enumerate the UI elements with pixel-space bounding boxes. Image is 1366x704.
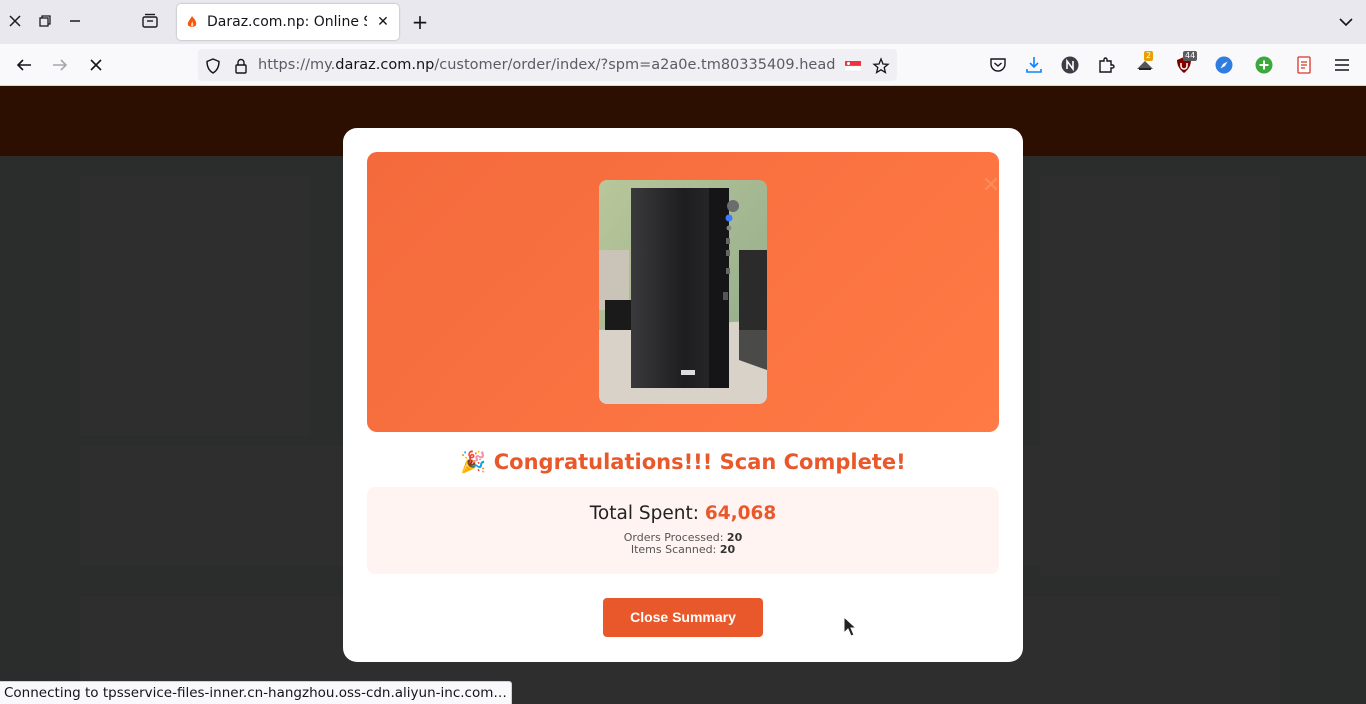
compass-extension-icon[interactable]: [1214, 55, 1234, 75]
tab-close-icon[interactable]: ✕: [375, 4, 391, 40]
status-bar: Connecting to tpsservice-files-inner.cn-…: [0, 681, 512, 704]
window-close-icon[interactable]: [4, 10, 26, 32]
extension-badge: 2: [1144, 51, 1154, 61]
url-text[interactable]: https://my.daraz.com.np/customer/order/i…: [258, 49, 836, 81]
party-popper-icon: 🎉: [460, 450, 487, 474]
headline-text: Congratulations!!! Scan Complete!: [493, 450, 906, 474]
extensions-puzzle-icon[interactable]: [1096, 55, 1116, 75]
extension-hat-icon[interactable]: 2: [1135, 51, 1155, 75]
summary-headline: 🎉 Congratulations!!! Scan Complete!: [367, 446, 999, 478]
ublock-badge: 44: [1183, 51, 1198, 61]
items-scanned-label: Items Scanned:: [630, 543, 717, 556]
tab-bar: Daraz.com.np: Online Shopping ✕ +: [0, 0, 1366, 44]
daraz-favicon-icon: [187, 16, 197, 27]
total-spent: Total Spent: 64,068: [367, 502, 999, 526]
stop-loading-icon[interactable]: [84, 53, 108, 77]
close-summary-button[interactable]: Close Summary: [603, 598, 763, 637]
pdf-extension-icon[interactable]: [1294, 55, 1314, 75]
back-icon[interactable]: [12, 53, 36, 77]
bookmark-star-icon[interactable]: [872, 57, 890, 75]
summary-banner: ✕: [367, 152, 1000, 432]
app-menu-icon[interactable]: [1332, 55, 1352, 75]
items-scanned-value: 20: [719, 543, 736, 556]
summary-stats-box: Total Spent: 64,068 Orders Processed: 20…: [367, 487, 999, 574]
firefox-view-icon[interactable]: [139, 10, 161, 32]
padlock-icon[interactable]: [232, 57, 250, 75]
tab-title: Daraz.com.np: Online Shopping: [207, 14, 367, 30]
new-tab-icon[interactable]: +: [408, 10, 432, 34]
window-minimize-icon[interactable]: [64, 10, 86, 32]
mouse-cursor-icon: [843, 616, 858, 637]
ublock-origin-icon[interactable]: 44: [1174, 51, 1198, 75]
downloads-icon[interactable]: [1024, 55, 1044, 75]
address-bar[interactable]: https://my.daraz.com.np/customer/order/i…: [198, 49, 897, 81]
total-spent-value: 64,068: [704, 503, 777, 524]
items-scanned: Items Scanned: 20: [367, 544, 999, 556]
tracking-protection-shield-icon[interactable]: [204, 57, 222, 75]
forward-icon[interactable]: [48, 53, 72, 77]
add-green-extension-icon[interactable]: [1254, 55, 1274, 75]
list-all-tabs-icon[interactable]: [1334, 10, 1358, 34]
navigation-toolbar: https://my.daraz.com.np/customer/order/i…: [0, 44, 1366, 86]
total-spent-label: Total Spent:: [589, 503, 699, 524]
notion-extension-icon[interactable]: [1060, 55, 1080, 75]
pocket-icon[interactable]: [988, 55, 1008, 75]
singapore-flag-icon[interactable]: [844, 57, 862, 75]
product-image: [599, 180, 767, 404]
tab-daraz[interactable]: Daraz.com.np: Online Shopping ✕: [177, 4, 399, 40]
scan-summary-modal: ✕ 🎉 Congratulations!!! Scan Complete! To…: [343, 128, 1023, 662]
window-restore-icon[interactable]: [34, 10, 56, 32]
modal-close-icon[interactable]: ✕: [979, 174, 1003, 198]
